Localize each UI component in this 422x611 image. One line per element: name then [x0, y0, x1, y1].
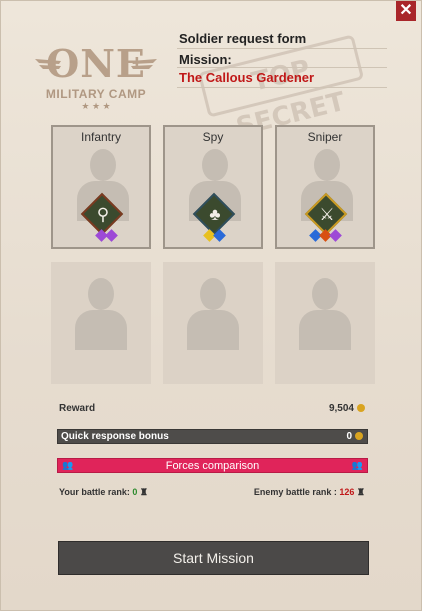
forces-comparison-bar[interactable]: 👥 Forces comparison 👥 — [57, 458, 368, 473]
close-button[interactable]: ✕ — [396, 1, 416, 21]
divider — [177, 87, 387, 88]
soldier-card-spy[interactable]: Spy ♣ — [163, 125, 263, 249]
enemy-battle-rank: Enemy battle rank : 126 ♜ — [254, 487, 365, 498]
form-title: Soldier request form — [179, 31, 307, 46]
quick-response-bonus-bar: Quick response bonus 0 — [57, 429, 368, 444]
rank-icon: ♜ — [356, 487, 365, 497]
coin-icon — [355, 432, 363, 441]
empty-soldier-slot[interactable] — [275, 262, 375, 384]
bonus-amount: 0 — [346, 431, 352, 442]
bonus-value: 0 — [346, 431, 363, 442]
soldier-card-sniper[interactable]: Sniper ⚔ — [275, 125, 375, 249]
logo-stars: ★ ★ ★ — [81, 101, 111, 111]
reward-value: 9,504 — [329, 403, 365, 414]
soldier-name: Sniper — [307, 130, 343, 144]
soldier-silhouette — [75, 278, 127, 350]
purple-gem-icon — [329, 229, 342, 242]
rifle-icon: ⚔ — [319, 205, 335, 224]
reward-label: Reward — [59, 403, 96, 414]
divider — [177, 67, 387, 68]
your-rank-label: Your battle rank: — [59, 487, 130, 497]
enemy-rank-value: 126 — [339, 487, 355, 497]
logo-title: ONE — [46, 41, 146, 86]
mission-form-panel: ✕ ONE MILITARY CAMP ★ ★ ★ TOP SECRET Sol… — [0, 0, 422, 611]
empty-soldier-slot[interactable] — [51, 262, 151, 384]
soldier-card-infantry[interactable]: Infantry ⚲ — [51, 125, 151, 249]
purple-gem-icon — [105, 229, 118, 242]
enemy-rank-label: Enemy battle rank : — [253, 487, 337, 497]
forces-label: Forces comparison — [165, 460, 260, 472]
bonus-label: Quick response bonus — [61, 431, 169, 442]
pistol-icon: ⚲ — [96, 205, 110, 224]
skill-gems — [309, 229, 342, 242]
reward-amount: 9,504 — [328, 403, 354, 414]
logo-subtitle: MILITARY CAMP — [45, 87, 147, 101]
start-mission-button[interactable]: Start Mission — [58, 541, 369, 575]
rank-icon: ♜ — [139, 487, 148, 497]
mission-name: The Callous Gardener — [179, 70, 315, 85]
skill-gems — [95, 229, 118, 242]
coin-icon — [357, 404, 365, 413]
troops-icon: 👥 — [351, 460, 363, 470]
one-military-camp-logo: ONE MILITARY CAMP ★ ★ ★ — [33, 41, 159, 113]
your-battle-rank: Your battle rank: 0 ♜ — [59, 487, 148, 498]
mission-label: Mission: — [179, 52, 232, 67]
blue-gem-icon — [213, 229, 226, 242]
spy-icon: ♣ — [209, 205, 221, 224]
soldier-name: Infantry — [80, 130, 122, 144]
skill-gems — [203, 229, 226, 242]
soldier-name: Spy — [202, 130, 224, 144]
soldier-silhouette — [187, 278, 239, 350]
divider — [177, 48, 387, 49]
empty-soldier-slot[interactable] — [163, 262, 263, 384]
soldier-silhouette — [299, 278, 351, 350]
your-rank-value: 0 — [132, 487, 138, 497]
